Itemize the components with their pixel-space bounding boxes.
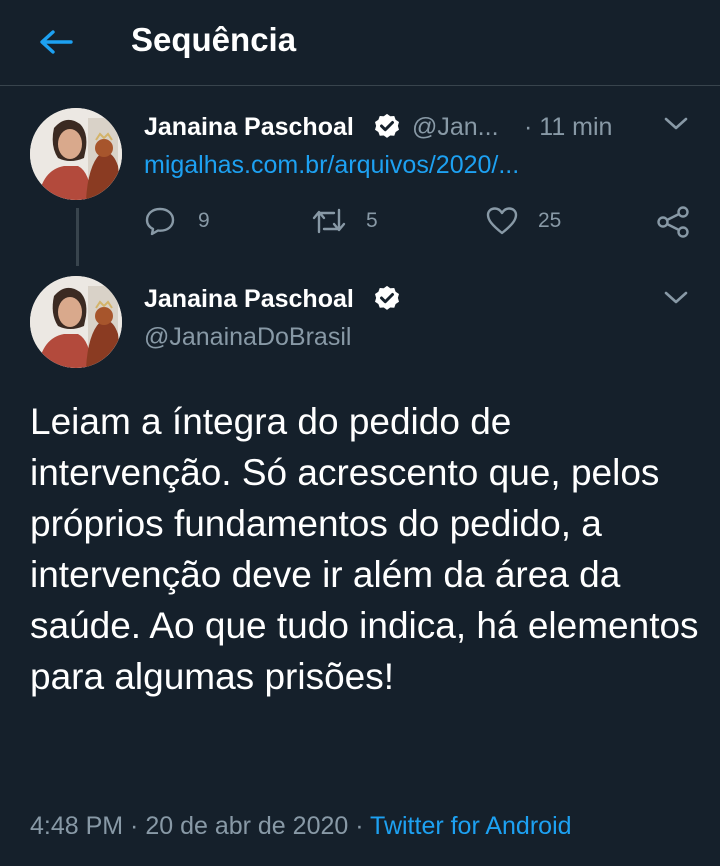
profile-photo xyxy=(30,108,122,200)
top-bar: Sequência xyxy=(0,0,720,86)
share-icon xyxy=(657,206,689,238)
like-count: 25 xyxy=(538,209,562,232)
profile-photo xyxy=(30,276,122,368)
retweet-count: 5 xyxy=(366,209,378,232)
back-button[interactable] xyxy=(36,24,76,60)
share-button[interactable] xyxy=(656,206,690,238)
avatar[interactable] xyxy=(30,108,122,200)
reply-count: 9 xyxy=(198,209,210,232)
tweet-meta: 4:48 PM · 20 de abr de 2020 · Twitter fo… xyxy=(30,810,572,842)
chevron-down-icon[interactable] xyxy=(662,288,690,308)
tweet-text: Leiam a íntegra do pedido de intervenção… xyxy=(30,401,699,697)
tweet-time[interactable]: · 11 min xyxy=(524,112,612,142)
retweet-icon xyxy=(312,208,346,234)
reply-button[interactable]: 9 xyxy=(144,206,210,236)
author-name[interactable]: Janaina Paschoal xyxy=(144,284,354,314)
tweet-timestamp[interactable]: 4:48 PM · 20 de abr de 2020 · xyxy=(30,812,370,840)
thread-connector xyxy=(76,208,79,266)
tweet-source[interactable]: Twitter for Android xyxy=(370,812,571,840)
heart-icon xyxy=(486,207,518,235)
tweet-link[interactable]: migalhas.com.br/arquivos/2020/... xyxy=(144,150,519,180)
page-title: Sequência xyxy=(131,21,297,58)
author-handle[interactable]: @JanainaDoBrasil xyxy=(144,322,351,352)
like-button[interactable]: 25 xyxy=(486,206,561,236)
verified-badge-icon xyxy=(375,113,399,138)
avatar[interactable] xyxy=(30,276,122,368)
author-name[interactable]: Janaina Paschoal xyxy=(144,112,354,142)
author-handle[interactable]: @Jan... xyxy=(412,112,499,142)
verified-badge-icon xyxy=(375,285,399,310)
arrow-left-icon xyxy=(40,30,73,54)
reply-icon xyxy=(145,207,175,236)
retweet-button[interactable]: 5 xyxy=(312,206,378,236)
chevron-down-icon[interactable] xyxy=(662,114,690,134)
